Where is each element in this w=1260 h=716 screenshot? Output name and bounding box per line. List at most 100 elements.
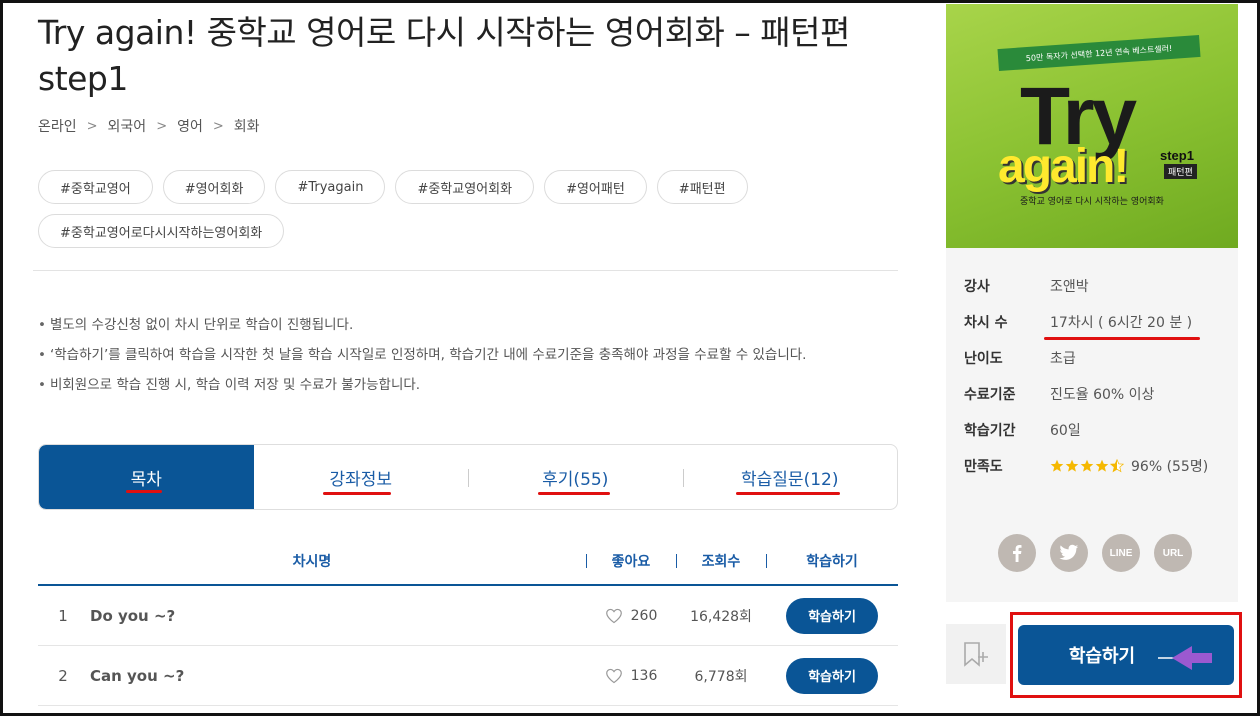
star-icon	[1080, 459, 1094, 472]
header-separator	[766, 554, 767, 568]
hashtag[interactable]: #영어패턴	[544, 170, 647, 204]
tab-label: 강좌정보	[329, 469, 393, 490]
breadcrumb-item[interactable]: 회화	[234, 116, 260, 136]
table-row: 1 Do you ~? 260 16,428회 학습하기	[38, 586, 898, 646]
cover-ribbon: 50만 독자가 선택한 12년 연속 베스트셀러!	[997, 34, 1201, 72]
lesson-name: Do you ~?	[90, 606, 176, 625]
bookmark-add-icon	[964, 642, 988, 667]
line-icon[interactable]: LINE	[1102, 534, 1140, 572]
arrow-left-icon	[1158, 646, 1212, 670]
info-value: 초급	[1050, 351, 1076, 367]
info-sessions: 차시 수 17차시 ( 6시간 20 분 )	[964, 312, 1192, 332]
course-main: Try again! 중학교 영어로 다시 시작하는 영어회화 – 패턴편 st…	[33, 0, 898, 716]
info-key: 차시 수	[964, 315, 1008, 331]
like-count: 136	[630, 667, 658, 684]
info-key: 강사	[964, 279, 990, 295]
tag-list: #중학교영어 #영어회화 #Tryagain #중학교영어회화 #영어패턴 #패…	[38, 170, 898, 248]
chevron-right-icon: >	[156, 118, 168, 134]
breadcrumb-item[interactable]: 외국어	[108, 116, 147, 136]
cta-label: 학습하기	[1068, 646, 1136, 666]
header-separator	[586, 554, 587, 568]
breadcrumb-item[interactable]: 영어	[177, 116, 203, 136]
cover-title-word: again!	[998, 140, 1129, 193]
breadcrumb-item[interactable]: 온라인	[38, 116, 77, 136]
tab-questions[interactable]: 학습질문(12)	[682, 445, 898, 509]
notice-item: 비회원으로 학습 진행 시, 학습 이력 저장 및 수료가 불가능합니다.	[38, 370, 806, 400]
cover-subtitle: 중학교 영어로 다시 시작하는 영어회화	[1020, 197, 1164, 207]
lesson-number: 2	[58, 666, 68, 685]
annotation-underline	[1044, 337, 1200, 340]
info-instructor: 강사 조앤박	[964, 276, 1089, 296]
tab-label: 후기(55)	[542, 469, 609, 490]
info-criteria: 수료기준 진도율 60% 이상	[964, 384, 1154, 404]
column-header-views: 조회수	[676, 551, 766, 571]
like-counter[interactable]: 136	[586, 668, 676, 684]
hashtag[interactable]: #중학교영어	[38, 170, 153, 204]
study-button[interactable]: 학습하기	[786, 657, 878, 694]
course-info-panel: 강사 조앤박 차시 수 17차시 ( 6시간 20 분 ) 난이도 초급 수료기…	[946, 248, 1238, 602]
heart-icon	[605, 668, 622, 683]
star-icon	[1095, 459, 1109, 472]
hashtag[interactable]: #Tryagain	[275, 170, 386, 204]
column-header-label: 좋아요	[611, 554, 651, 570]
info-period: 학습기간 60일	[964, 420, 1081, 440]
tab-reviews[interactable]: 후기(55)	[468, 445, 683, 509]
url-link-icon[interactable]: URL	[1154, 534, 1192, 572]
info-value: 96% (55명)	[1050, 456, 1208, 476]
column-header-name: 차시명	[292, 554, 332, 570]
course-title: Try again! 중학교 영어로 다시 시작하는 영어회화 – 패턴편 st…	[38, 13, 850, 98]
column-header-action: 학습하기	[766, 551, 898, 571]
column-header-label: 조회수	[701, 554, 741, 570]
info-key: 수료기준	[964, 387, 1016, 403]
info-value: 60일	[1050, 423, 1081, 439]
facebook-icon[interactable]	[998, 534, 1036, 572]
info-key: 난이도	[964, 351, 1003, 367]
lesson-number: 1	[58, 606, 68, 625]
twitter-icon[interactable]	[1050, 534, 1088, 572]
wishlist-button[interactable]	[946, 624, 1006, 684]
chevron-right-icon: >	[212, 118, 224, 134]
info-value: 조앤박	[1050, 279, 1089, 295]
section-divider	[33, 270, 898, 271]
info-value: 17차시 ( 6시간 20 분 )	[1050, 315, 1193, 331]
like-counter[interactable]: 260	[586, 608, 676, 624]
study-button[interactable]: 학습하기	[786, 597, 878, 634]
info-satisfaction: 만족도 96% (55명)	[964, 456, 1208, 476]
column-header-label: 학습하기	[806, 554, 858, 570]
cover-step: step1	[1160, 148, 1194, 163]
notice-item: 별도의 수강신청 없이 차시 단위로 학습이 진행됩니다.	[38, 310, 806, 340]
lesson-name: Can you ~?	[90, 666, 185, 685]
tab-course-info[interactable]: 강좌정보	[254, 445, 469, 509]
breadcrumb: 온라인 > 외국어 > 영어 > 회화	[38, 116, 260, 136]
view-count: 16,428회	[690, 608, 752, 625]
hashtag[interactable]: #패턴편	[656, 170, 748, 204]
hashtag[interactable]: #영어회화	[162, 170, 266, 204]
chevron-right-icon: >	[86, 118, 98, 134]
hashtag[interactable]: #중학교영어로다시시작하는영어회화	[38, 214, 285, 248]
share-buttons: LINE URL	[998, 534, 1192, 572]
tab-separator	[682, 469, 684, 487]
header-separator	[676, 554, 677, 568]
tab-contents[interactable]: 목차	[39, 445, 254, 509]
notice-item: ‘학습하기’를 클릭하여 학습을 시작한 첫 날을 학습 시작일로 인정하며, …	[38, 340, 807, 370]
info-key: 학습기간	[964, 423, 1016, 439]
tab-label: 목차	[130, 469, 162, 490]
view-count: 6,778회	[694, 668, 748, 685]
like-count: 260	[630, 607, 658, 624]
star-rating	[1050, 459, 1125, 473]
annotation-underline	[126, 490, 162, 493]
table-row: 2 Can you ~? 136 6,778회 학습하기	[38, 646, 898, 706]
info-level: 난이도 초급	[964, 348, 1076, 368]
column-header-likes: 좋아요	[586, 551, 676, 571]
course-sidebar: 50만 독자가 선택한 12년 연속 베스트셀러! Try again! ste…	[946, 0, 1242, 716]
table-header: 차시명 좋아요 조회수 학습하기	[38, 538, 898, 586]
hashtag[interactable]: #중학교영어회화	[395, 170, 535, 204]
annotation-underline	[736, 492, 840, 495]
star-icon	[1065, 459, 1079, 472]
line-label: LINE	[1109, 547, 1133, 559]
satisfaction-score: 96% (55명)	[1131, 459, 1209, 475]
tab-separator	[468, 469, 469, 487]
url-label: URL	[1162, 547, 1184, 559]
course-cover-image: 50만 독자가 선택한 12년 연속 베스트셀러! Try again! ste…	[946, 4, 1238, 248]
annotation-underline	[538, 492, 610, 495]
